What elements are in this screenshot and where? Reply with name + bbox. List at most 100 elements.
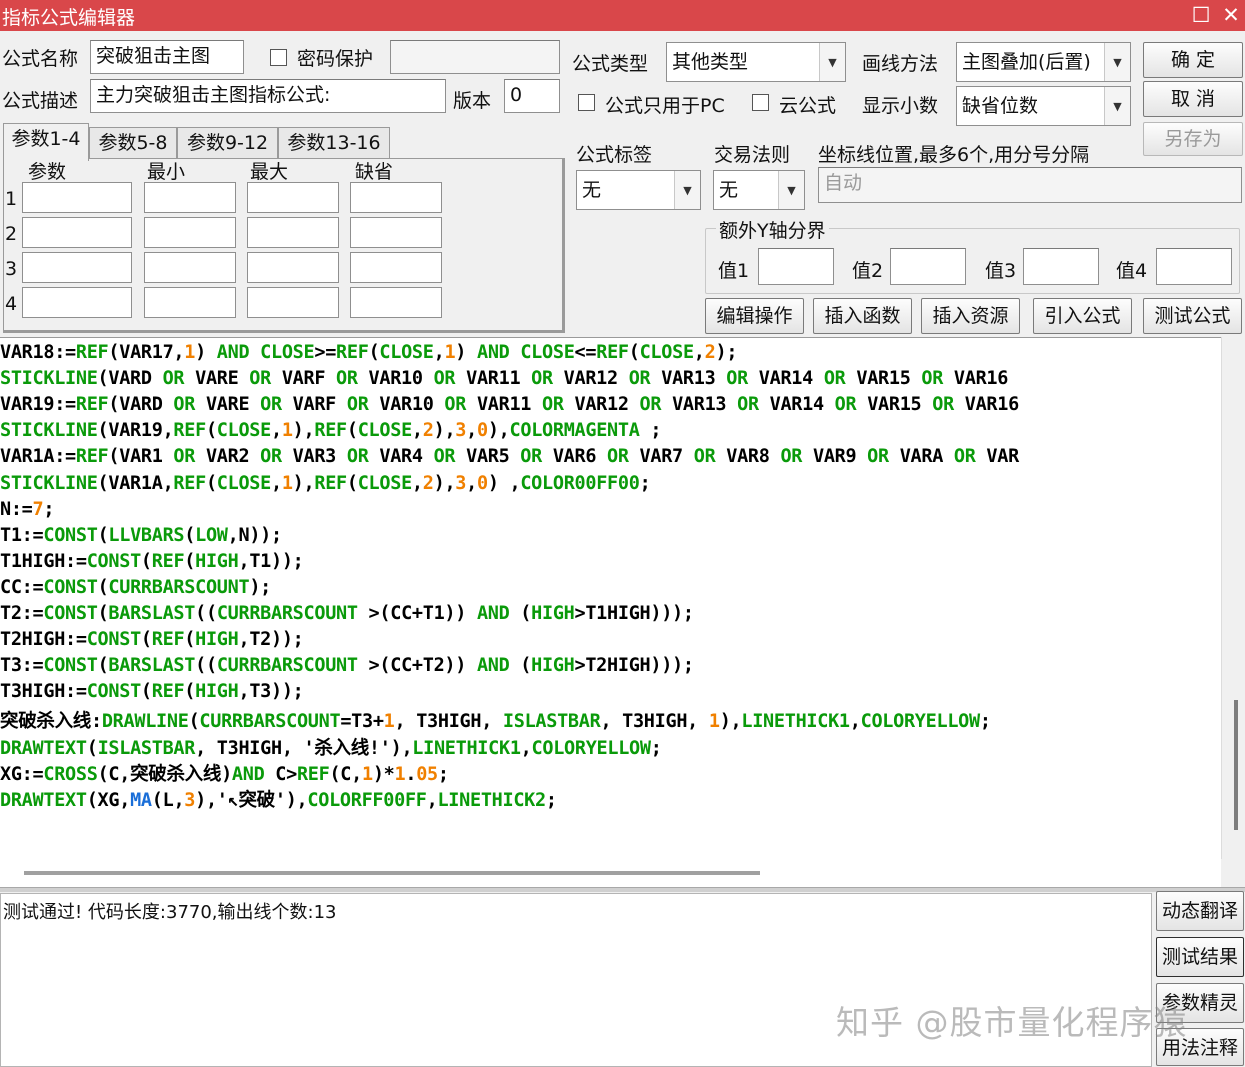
- trade-rule-select[interactable]: 无 ▼: [713, 170, 805, 210]
- code-line[interactable]: DRAWTEXT(XG,MA(L,3),'↖突破'),COLORFF00FF,L…: [0, 786, 557, 812]
- pc-only-checkbox[interactable]: [578, 94, 595, 111]
- code-token-func: REF: [75, 446, 109, 468]
- code-token-func: CONST: [86, 550, 142, 572]
- param-1-name-input[interactable]: [22, 182, 132, 213]
- code-line[interactable]: VAR19:=REF(VARD OR VARE OR VARF OR VAR10…: [0, 394, 1019, 415]
- save-as-button[interactable]: 另存为: [1143, 122, 1243, 156]
- code-line[interactable]: T3:=CONST(BARSLAST((CURRBARSCOUNT >(CC+T…: [0, 655, 694, 676]
- y-value-2-input[interactable]: [890, 248, 966, 285]
- code-token-plain: VAR13: [650, 368, 727, 390]
- coord-line-input[interactable]: 自动: [818, 167, 1242, 203]
- code-token-func: CONST: [86, 629, 142, 651]
- param-3-name-input[interactable]: [22, 252, 132, 283]
- param-4-default-input[interactable]: [350, 287, 442, 318]
- y-value-4-input[interactable]: [1156, 248, 1232, 285]
- version-input[interactable]: 0: [504, 79, 560, 113]
- tab-params-5-8[interactable]: 参数5-8: [89, 127, 177, 159]
- draw-method-select[interactable]: 主图叠加(后置) ▼: [956, 42, 1131, 82]
- cloud-formula-checkbox[interactable]: [752, 94, 769, 111]
- code-line[interactable]: CC:=CONST(CURRBARSCOUNT);: [0, 577, 271, 598]
- formula-tag-select[interactable]: 无 ▼: [576, 170, 701, 210]
- param-header-min: 最小: [147, 161, 186, 183]
- vertical-scrollbar[interactable]: [1221, 337, 1245, 859]
- code-token-plain: ),: [292, 420, 315, 442]
- param-3-min-input[interactable]: [144, 252, 236, 283]
- code-line[interactable]: T2:=CONST(BARSLAST((CURRBARSCOUNT >(CC+T…: [0, 603, 694, 624]
- chevron-down-icon[interactable]: ▼: [674, 171, 700, 209]
- code-token-keyword: OR: [249, 368, 271, 390]
- formula-desc-label: 公式描述: [2, 90, 79, 112]
- code-token-func: REF: [173, 420, 206, 442]
- formula-desc-input[interactable]: 主力突破狙击主图指标公式:: [90, 79, 446, 113]
- decimal-value: 缺省位数: [962, 95, 1039, 117]
- ok-button[interactable]: 确 定: [1143, 42, 1243, 78]
- code-token-plain: ,T3));: [238, 681, 304, 703]
- code-token-plain: (: [97, 603, 109, 624]
- splitter[interactable]: [0, 887, 1245, 892]
- code-line[interactable]: T1:=CONST(LLVBARS(LOW,N));: [0, 525, 282, 546]
- horizontal-scroll-thumb[interactable]: [24, 871, 760, 875]
- formula-type-select[interactable]: 其他类型 ▼: [666, 42, 846, 82]
- maximize-icon[interactable]: ☐: [1186, 1, 1216, 29]
- test-formula-button[interactable]: 测试公式: [1143, 298, 1242, 334]
- param-3-max-input[interactable]: [247, 252, 339, 283]
- code-token-number: 2: [422, 472, 434, 494]
- param-4-max-input[interactable]: [247, 287, 339, 318]
- chevron-down-icon[interactable]: ▼: [1104, 43, 1130, 81]
- code-token-plain: =T3+: [340, 711, 384, 733]
- tab-params-9-12[interactable]: 参数9-12: [177, 127, 278, 159]
- code-line[interactable]: STICKLINE(VAR19,REF(CLOSE,1),REF(CLOSE,2…: [0, 420, 662, 442]
- code-line[interactable]: VAR1A:=REF(VAR1 OR VAR2 OR VAR3 OR VAR4 …: [0, 446, 1019, 467]
- chevron-down-icon[interactable]: ▼: [778, 171, 804, 209]
- insert-function-button[interactable]: 插入函数: [813, 298, 912, 334]
- code-line[interactable]: 突破杀入线:DRAWLINE(CURRBARSCOUNT=T3+1, T3HIG…: [0, 707, 991, 733]
- param-4-min-input[interactable]: [144, 287, 236, 318]
- code-editor[interactable]: VAR18:=REF(VAR17,1) AND CLOSE>=REF(CLOSE…: [0, 337, 1221, 859]
- param-3-default-input[interactable]: [350, 252, 442, 283]
- param-2-name-input[interactable]: [22, 217, 132, 248]
- code-token-keyword: OR: [737, 394, 759, 416]
- cancel-button[interactable]: 取 消: [1143, 81, 1243, 117]
- insert-resource-button[interactable]: 插入资源: [921, 298, 1020, 334]
- param-2-max-input[interactable]: [247, 217, 339, 248]
- y-value-3-input[interactable]: [1023, 248, 1099, 285]
- param-1-max-input[interactable]: [247, 182, 339, 213]
- code-token-plain: ;: [639, 472, 651, 494]
- param-4-name-input[interactable]: [22, 287, 132, 318]
- version-label: 版本: [453, 90, 492, 112]
- password-checkbox[interactable]: [270, 49, 287, 66]
- code-line[interactable]: N:=7;: [0, 499, 54, 520]
- code-line[interactable]: STICKLINE(VAR1A,REF(CLOSE,1),REF(CLOSE,2…: [0, 472, 651, 494]
- code-line[interactable]: XG:=CROSS(C,突破杀入线)AND C>REF(C,1)*1.05;: [0, 760, 449, 786]
- decimal-select[interactable]: 缺省位数 ▼: [956, 86, 1131, 126]
- formula-name-input[interactable]: 突破狙击主图: [90, 40, 244, 74]
- password-input[interactable]: [390, 40, 560, 74]
- dynamic-translate-button[interactable]: 动态翻译: [1156, 891, 1244, 931]
- code-line[interactable]: T2HIGH:=CONST(REF(HIGH,T2));: [0, 629, 304, 650]
- chevron-down-icon[interactable]: ▼: [1104, 87, 1130, 125]
- code-line[interactable]: VAR18:=REF(VAR17,1) AND CLOSE>=REF(CLOSE…: [0, 342, 737, 363]
- tab-params-1-4[interactable]: 参数1-4: [3, 123, 89, 161]
- param-header-default: 缺省: [355, 161, 394, 183]
- import-formula-button[interactable]: 引入公式: [1033, 298, 1132, 334]
- code-token-func: STICKLINE: [0, 420, 98, 442]
- code-token-plain: )*: [372, 763, 395, 785]
- code-line[interactable]: STICKLINE(VARD OR VARE OR VARF OR VAR10 …: [0, 368, 1008, 389]
- vertical-scroll-thumb[interactable]: [1234, 700, 1238, 830]
- param-2-default-input[interactable]: [350, 217, 442, 248]
- param-1-min-input[interactable]: [144, 182, 236, 213]
- code-line[interactable]: T3HIGH:=CONST(REF(HIGH,T3));: [0, 681, 304, 702]
- tab-params-13-16[interactable]: 参数13-16: [278, 127, 390, 159]
- code-line[interactable]: DRAWTEXT(ISLASTBAR, T3HIGH, '杀入线!'),LINE…: [0, 734, 662, 760]
- test-result-button[interactable]: 测试结果: [1156, 937, 1244, 977]
- param-1-default-input[interactable]: [350, 182, 442, 213]
- chevron-down-icon[interactable]: ▼: [819, 43, 845, 81]
- code-token-func: BARSLAST: [108, 603, 196, 624]
- code-token-func: ISLASTBAR: [502, 711, 601, 733]
- code-line[interactable]: T1HIGH:=CONST(REF(HIGH,T1));: [0, 551, 304, 572]
- y-value-1-input[interactable]: [758, 248, 834, 285]
- param-2-min-input[interactable]: [144, 217, 236, 248]
- code-token-plain: ;: [43, 498, 55, 520]
- edit-operations-button[interactable]: 编辑操作: [705, 298, 804, 334]
- close-icon[interactable]: ✕: [1216, 1, 1245, 29]
